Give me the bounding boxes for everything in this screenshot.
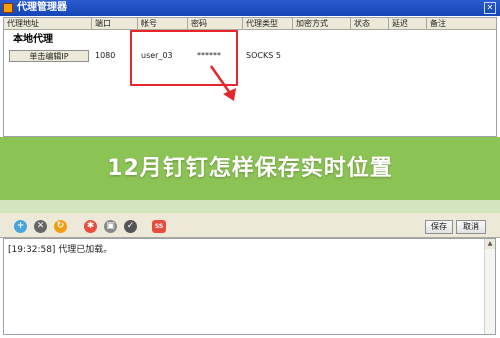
cancel-button[interactable]: 取消: [456, 220, 486, 234]
app-icon: [3, 3, 13, 13]
refresh-icon[interactable]: ↻: [54, 220, 67, 233]
group-label-local-proxy: 本地代理: [13, 34, 53, 45]
column-header-status[interactable]: 状态: [351, 18, 389, 29]
column-header-password[interactable]: 密码: [188, 18, 243, 29]
proxy-table: 代理地址 端口 帐号 密码 代理类型 加密方式 状态 延迟 备注 本地代理 单击…: [3, 17, 497, 137]
log-scrollbar[interactable]: ▲: [484, 239, 495, 334]
annotation-highlight-box: [130, 30, 238, 86]
column-header-note[interactable]: 备注: [427, 18, 496, 29]
column-header-type[interactable]: 代理类型: [243, 18, 293, 29]
scroll-up-icon[interactable]: ▲: [485, 239, 495, 249]
log-panel: [19:32:58] 代理已加载。 ▲: [3, 238, 496, 335]
add-icon[interactable]: +: [14, 220, 27, 233]
column-header-address[interactable]: 代理地址: [4, 18, 92, 29]
ss-icon[interactable]: SS: [152, 220, 166, 233]
table-header: 代理地址 端口 帐号 密码 代理类型 加密方式 状态 延迟 备注: [4, 18, 496, 30]
edit-ip-button[interactable]: 单击编辑IP: [9, 50, 89, 62]
lock-icon[interactable]: ▣: [104, 220, 117, 233]
check-icon[interactable]: ✓: [124, 220, 137, 233]
bottom-toolbar: + ✕ ↻ ✱ ▣ ✓ SS 保存 取消: [0, 213, 500, 238]
column-header-latency[interactable]: 延迟: [389, 18, 427, 29]
close-icon[interactable]: ✕: [484, 2, 496, 14]
table-row[interactable]: 单击编辑IP 1080 user_03 ****** SOCKS 5: [4, 49, 496, 63]
column-header-port[interactable]: 端口: [92, 18, 138, 29]
log-line: [19:32:58] 代理已加载。: [8, 245, 113, 255]
banner-overlay: 12月钉钉怎样保存实时位置: [0, 137, 500, 213]
save-button[interactable]: 保存: [425, 220, 453, 234]
delete-icon[interactable]: ✕: [34, 220, 47, 233]
banner-title: 12月钉钉怎样保存实时位置: [107, 156, 393, 181]
window-title: 代理管理器: [17, 2, 67, 13]
settings-icon[interactable]: ✱: [84, 220, 97, 233]
cell-type: SOCKS 5: [246, 51, 281, 60]
title-bar: 代理管理器 ✕: [0, 0, 500, 16]
column-header-account[interactable]: 帐号: [138, 18, 188, 29]
column-header-encryption[interactable]: 加密方式: [293, 18, 351, 29]
